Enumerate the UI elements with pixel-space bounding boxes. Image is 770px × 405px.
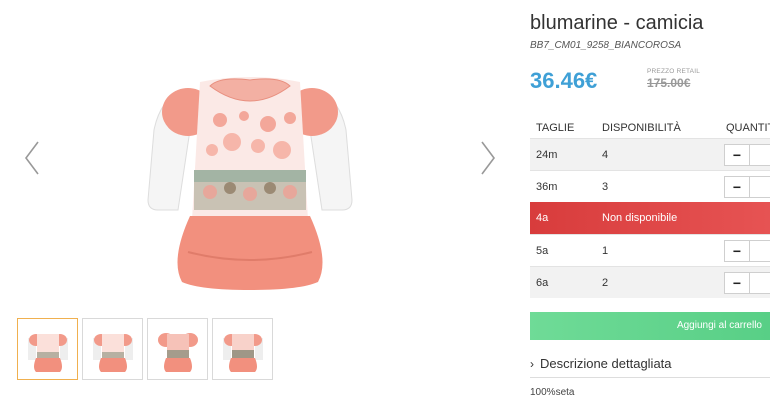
availability-cell: 3: [602, 181, 609, 193]
chevron-left-icon[interactable]: [20, 138, 44, 178]
size-cell: 6a: [536, 277, 549, 289]
retail-price: 175.00€: [647, 76, 691, 90]
availability-cell: Non disponibile: [602, 212, 678, 224]
thumbnail-4[interactable]: [212, 318, 273, 380]
table-row: 36m 3 −: [530, 170, 770, 202]
quantity-input[interactable]: [750, 176, 770, 198]
product-main-image: [140, 20, 360, 302]
decrement-button[interactable]: −: [724, 176, 750, 198]
thumbnail-2[interactable]: [82, 318, 143, 380]
description-toggle-label: Descrizione dettagliata: [540, 356, 672, 371]
retail-price-label: PREZZO RETAIL: [647, 68, 701, 75]
header-sizes: TAGLIE: [536, 122, 575, 134]
decrement-button[interactable]: −: [724, 144, 750, 166]
add-to-cart-button[interactable]: Aggiungi al carrello: [530, 312, 770, 340]
quantity-stepper: −: [724, 272, 770, 294]
quantity-input[interactable]: [750, 240, 770, 262]
availability-cell: 1: [602, 245, 609, 257]
quantity-stepper: −: [724, 176, 770, 198]
thumbnail-3[interactable]: [147, 318, 208, 380]
table-row: 24m 4 −: [530, 138, 770, 170]
chevron-right-icon[interactable]: [476, 138, 500, 178]
header-quantity: QUANTIT: [726, 122, 770, 134]
size-cell: 36m: [536, 181, 558, 193]
quantity-input[interactable]: [750, 272, 770, 294]
availability-cell: 2: [602, 277, 609, 289]
chevron-right-icon: ›: [530, 357, 534, 371]
availability-cell: 4: [602, 149, 609, 161]
size-availability-table: TAGLIE DISPONIBILITÀ QUANTIT 24m 4 − 36m…: [530, 118, 770, 298]
table-row: 6a 2 −: [530, 266, 770, 298]
header-availability: DISPONIBILITÀ: [602, 122, 681, 134]
table-row: 5a 1 −: [530, 234, 770, 266]
quantity-stepper: −: [724, 240, 770, 262]
description-text: 100%seta: [530, 387, 575, 398]
thumbnail-1[interactable]: [17, 318, 78, 380]
quantity-stepper: −: [724, 144, 770, 166]
size-cell: 4a: [536, 212, 549, 224]
description-toggle[interactable]: › Descrizione dettagliata: [530, 356, 770, 378]
product-price: 36.46€: [530, 68, 598, 93]
product-gallery: [0, 0, 510, 405]
product-sku: BB7_CM01_9258_BIANCOROSA: [530, 40, 682, 51]
table-row-unavailable: 4a Non disponibile: [530, 202, 770, 234]
decrement-button[interactable]: −: [724, 240, 750, 262]
table-header: TAGLIE DISPONIBILITÀ QUANTIT: [530, 118, 770, 138]
quantity-input[interactable]: [750, 144, 770, 166]
decrement-button[interactable]: −: [724, 272, 750, 294]
product-title: blumarine - camicia: [530, 12, 704, 34]
thumbnail-strip: [17, 318, 273, 380]
size-cell: 5a: [536, 245, 549, 257]
size-cell: 24m: [536, 149, 558, 161]
product-info-panel: blumarine - camicia BB7_CM01_9258_BIANCO…: [530, 0, 770, 405]
divider: [530, 377, 770, 378]
